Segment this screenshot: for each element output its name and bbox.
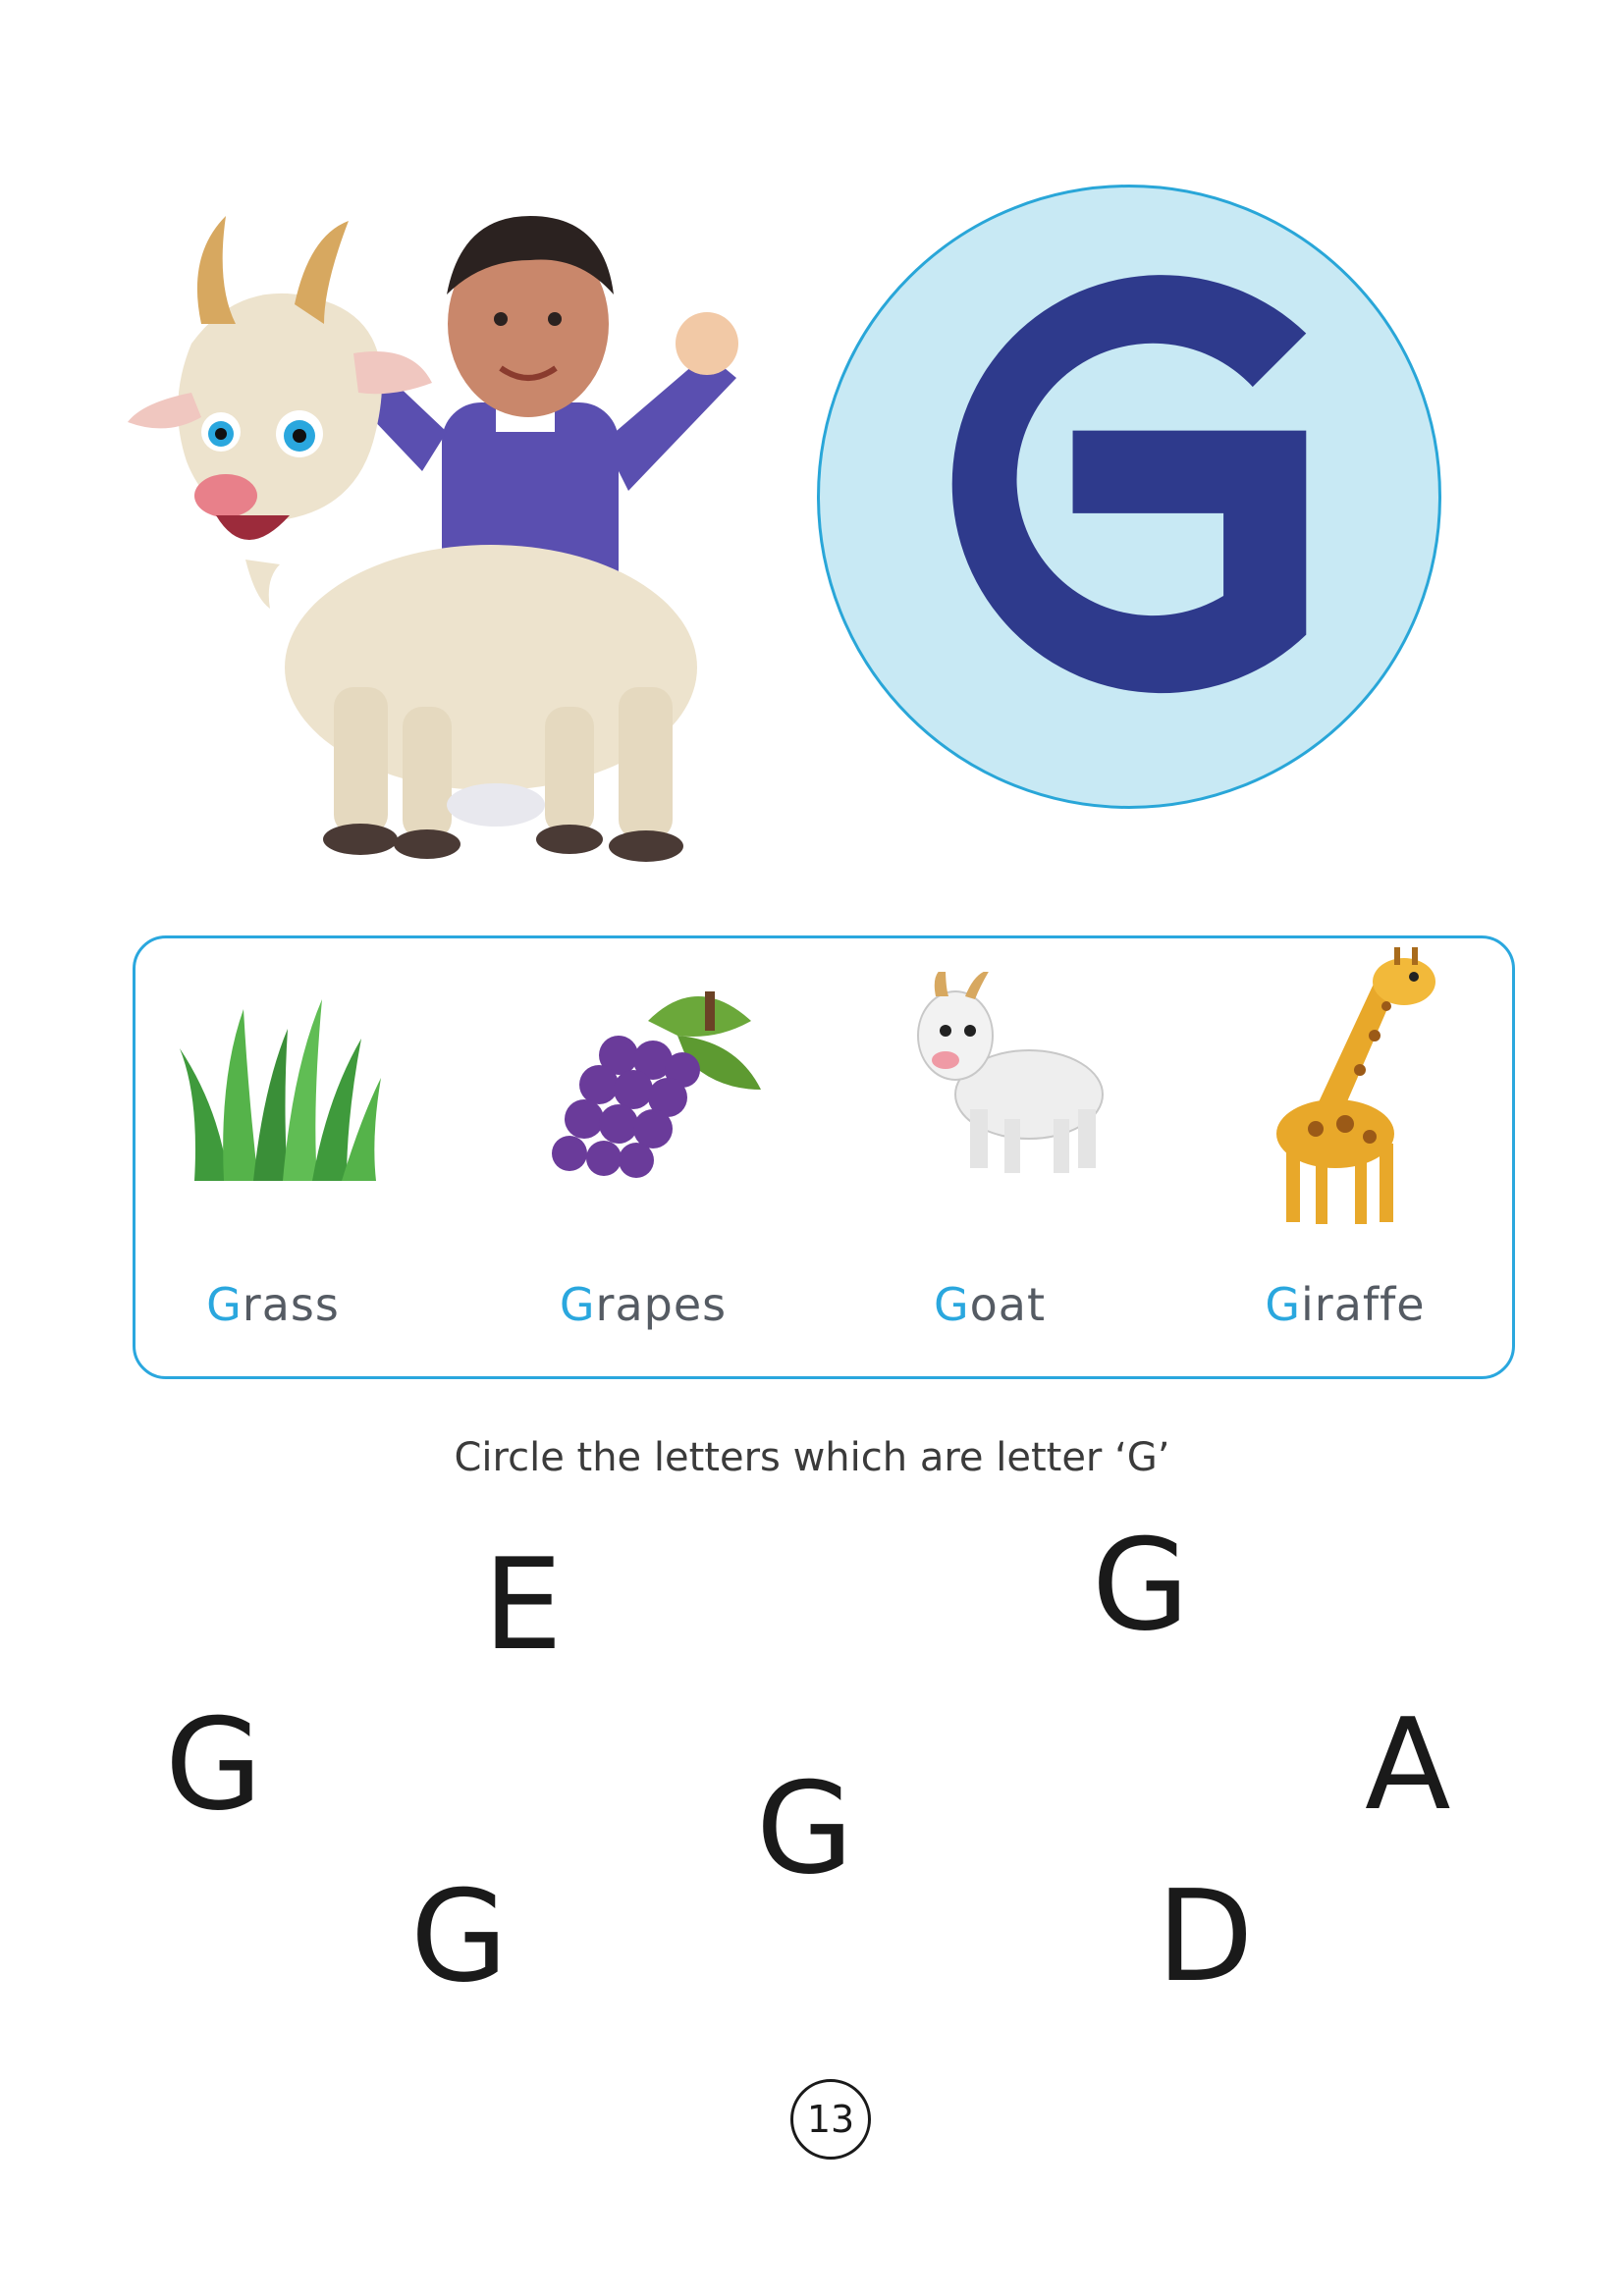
giraffe-icon [1257,942,1453,1227]
puzzle-letter[interactable]: G [165,1703,262,1829]
instruction-text: Circle the letters which are letter ‘G’ [454,1435,1170,1480]
goat-icon [911,967,1117,1188]
word-label-goat: Goat [933,1278,1047,1331]
puzzle-letter[interactable]: G [410,1875,508,2001]
word-label-grass: Grass [206,1278,340,1331]
puzzle-letter[interactable]: G [1092,1523,1189,1649]
word-label-giraffe: Giraffe [1265,1278,1426,1331]
goat-and-child-illustration [108,177,815,893]
grass-icon [175,989,386,1186]
big-letter-g [951,275,1307,694]
word-label-grapes: Grapes [559,1278,728,1331]
letter-g-badge [817,185,1441,809]
page-number: 13 [790,2079,871,2160]
puzzle-letter[interactable]: D [1157,1875,1254,2001]
puzzle-letter[interactable]: A [1365,1703,1451,1829]
goat-illustration [128,216,738,862]
puzzle-letter[interactable]: E [483,1543,563,1669]
puzzle-letter[interactable]: G [756,1767,853,1893]
grapes-icon [530,982,766,1188]
